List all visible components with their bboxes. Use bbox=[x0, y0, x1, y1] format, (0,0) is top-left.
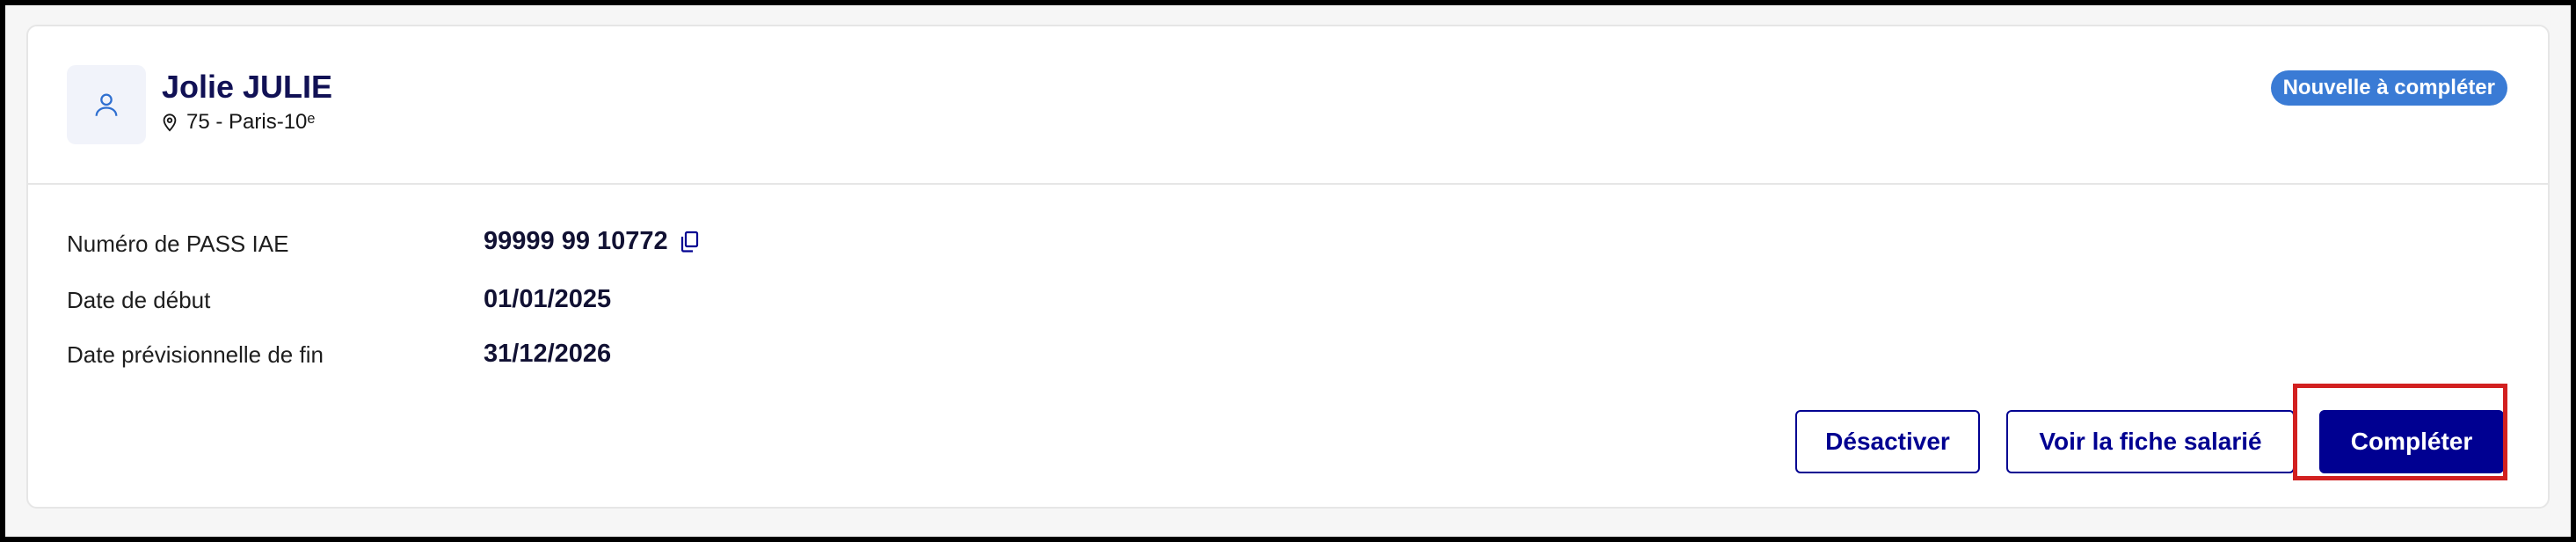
start-date-value: 01/01/2025 bbox=[484, 285, 612, 313]
employee-card: Jolie JULIE 75 - Paris-10ᵉ Nouvelle à co… bbox=[26, 25, 2550, 509]
end-date-value: 31/12/2026 bbox=[484, 340, 612, 368]
employee-name: Jolie JULIE bbox=[162, 69, 333, 105]
pass-number-value: 99999 99 10772 bbox=[484, 227, 700, 256]
end-date-label: Date prévisionnelle de fin bbox=[67, 341, 324, 368]
status-badge: Nouvelle à compléter bbox=[2270, 70, 2507, 106]
employee-location: 75 - Paris-10ᵉ bbox=[160, 110, 315, 135]
copy-icon[interactable] bbox=[679, 231, 700, 253]
pass-number-text: 99999 99 10772 bbox=[484, 227, 668, 255]
user-icon bbox=[95, 93, 118, 116]
avatar bbox=[67, 65, 146, 144]
page-frame: Jolie JULIE 75 - Paris-10ᵉ Nouvelle à co… bbox=[5, 5, 2571, 537]
start-date-label: Date de début bbox=[67, 287, 211, 313]
card-header: Jolie JULIE 75 - Paris-10ᵉ Nouvelle à co… bbox=[28, 26, 2548, 185]
deactivate-button[interactable]: Désactiver bbox=[1795, 410, 1980, 473]
map-pin-icon bbox=[163, 114, 177, 132]
view-employee-button[interactable]: Voir la fiche salarié bbox=[2006, 410, 2295, 473]
complete-button[interactable]: Compléter bbox=[2319, 410, 2504, 473]
location-text: 75 - Paris-10ᵉ bbox=[186, 110, 316, 134]
pass-number-label: Numéro de PASS IAE bbox=[67, 231, 289, 257]
